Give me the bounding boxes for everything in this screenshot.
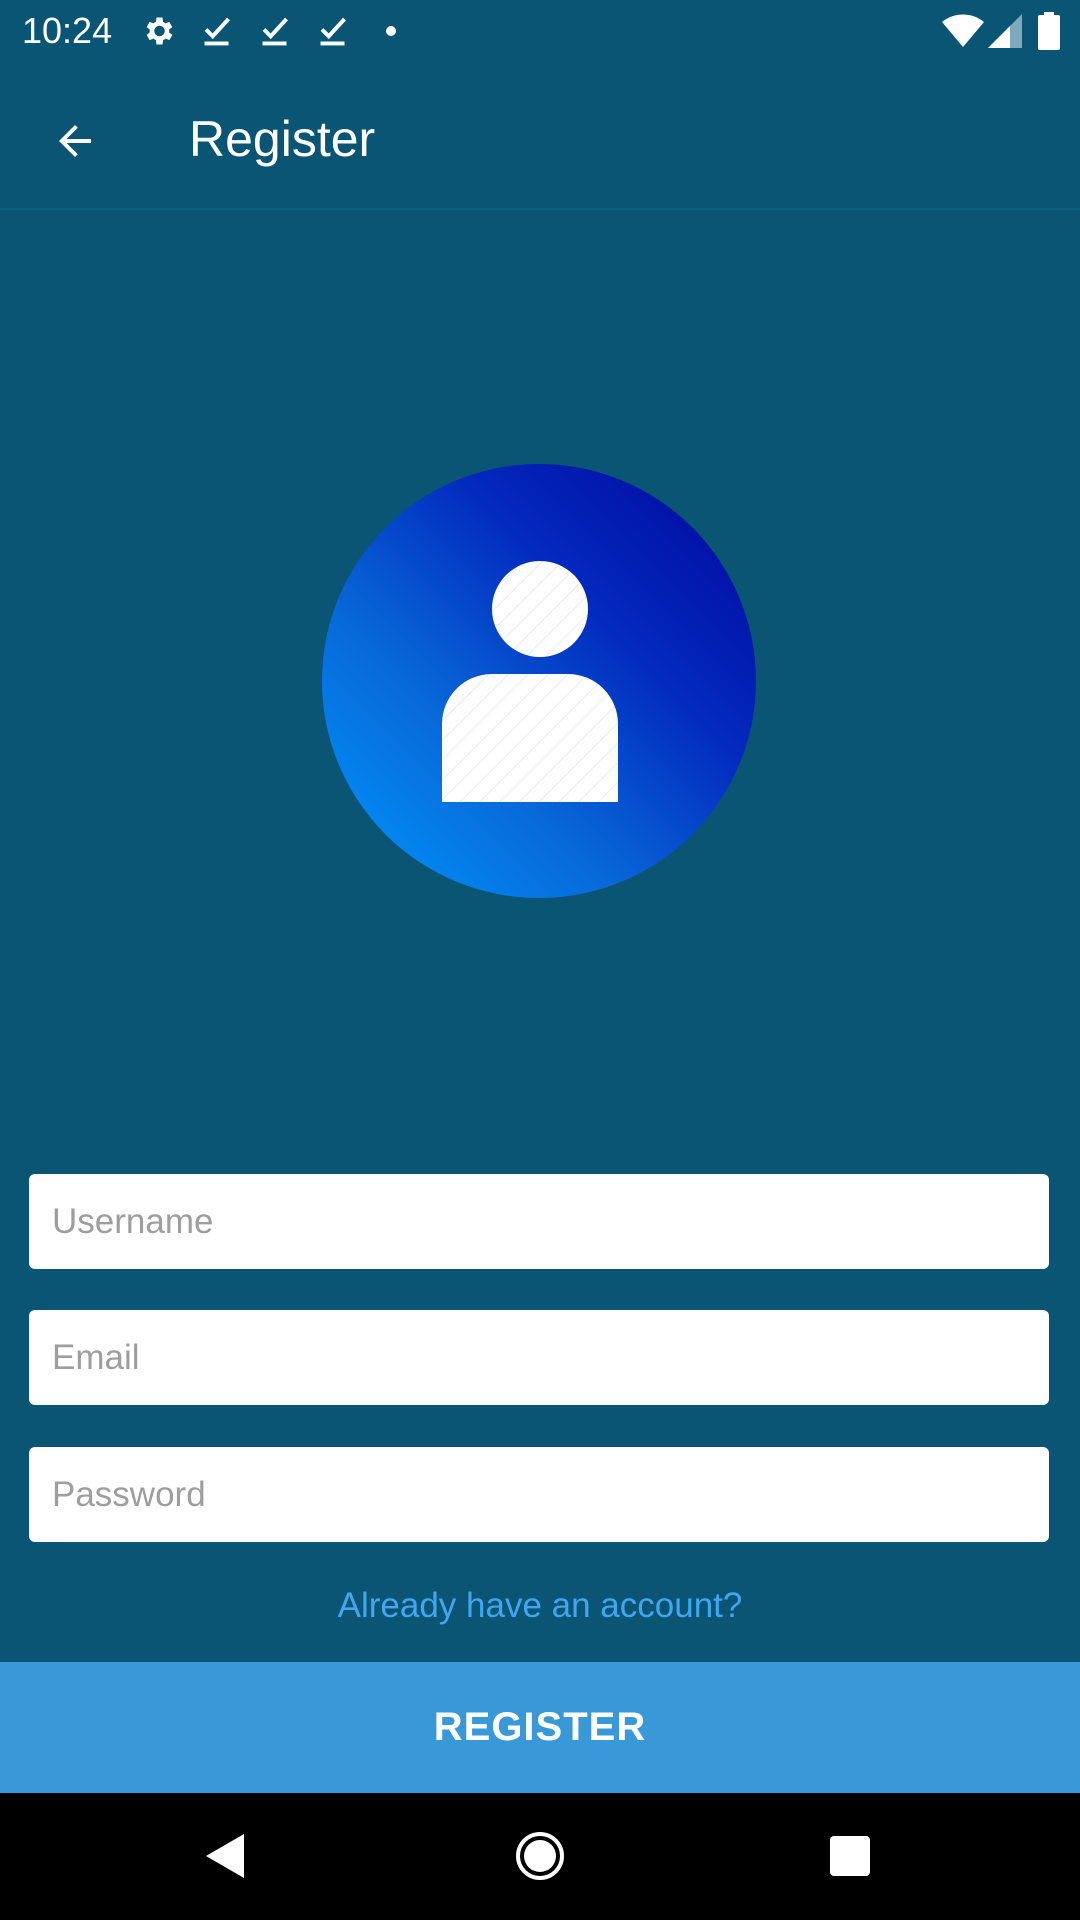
username-field[interactable]: [29, 1174, 1049, 1269]
settings-icon: [140, 13, 176, 54]
page-title: Register: [189, 111, 376, 167]
nav-back-button[interactable]: [186, 1818, 266, 1898]
check-icon: [258, 13, 294, 54]
dot-icon: [385, 24, 397, 42]
status-bar: 10:24: [0, 0, 1080, 62]
nav-recents-button[interactable]: [810, 1818, 890, 1898]
nav-home-button[interactable]: [500, 1818, 580, 1898]
wifi-icon: [942, 14, 984, 53]
email-field[interactable]: [29, 1310, 1049, 1405]
nav-bar: [0, 1793, 1080, 1920]
app-bar: Register: [0, 62, 1080, 210]
avatar: [322, 464, 756, 898]
signal-icon: [988, 14, 1022, 53]
status-time: 10:24: [22, 10, 113, 51]
login-link[interactable]: Already have an account?: [0, 1586, 1080, 1626]
nav-home-icon: [515, 1831, 565, 1886]
nav-recents-icon: [829, 1835, 871, 1882]
arrow-back-icon: [51, 117, 99, 170]
register-button[interactable]: REGISTER: [0, 1662, 1080, 1793]
password-field[interactable]: [29, 1447, 1049, 1542]
nav-back-icon: [204, 1832, 248, 1885]
back-button[interactable]: [30, 98, 120, 188]
battery-icon: [1038, 12, 1060, 55]
person-icon: [442, 561, 618, 802]
check-icon: [316, 13, 352, 54]
check-icon: [200, 13, 236, 54]
